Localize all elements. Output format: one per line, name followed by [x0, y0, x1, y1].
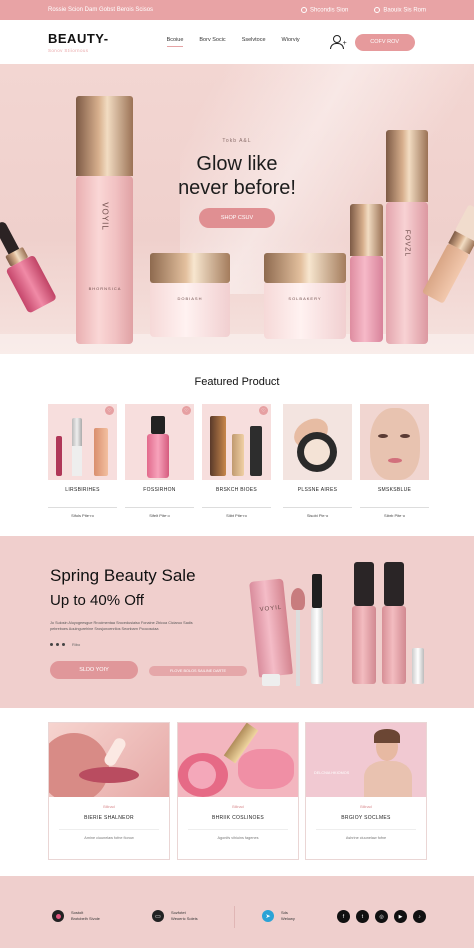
- product-card[interactable]: ♡ BRSKCH BIOES Siibt Pite·ro: [202, 404, 271, 530]
- product-image: [360, 404, 429, 480]
- product-link[interactable]: Sifols Pite·ro: [48, 507, 117, 518]
- instagram-icon: [52, 910, 64, 922]
- tiktok-icon[interactable]: ♪: [413, 910, 426, 923]
- logo[interactable]: BEAUTY-: [48, 32, 109, 45]
- article-card[interactable]: Bilinad BHRIIK COSLINOES Agonifs vihiuin…: [177, 722, 299, 860]
- footer-info-2[interactable]: ▭ Sozfotet Weoeric Soleis: [152, 910, 198, 922]
- hero-tagline: Tokb A&L: [222, 138, 252, 144]
- sale-banner: Spring Beauty Sale Up to 40% Off Jo Sulo…: [0, 536, 474, 708]
- product-link[interactable]: Sifelt Pite·o: [125, 507, 194, 518]
- product-name: FOSSIRHON: [143, 487, 176, 493]
- youtube-icon[interactable]: ▶: [394, 910, 407, 923]
- logo-tagline: Sonov Stiiornous: [48, 47, 89, 53]
- facebook-icon[interactable]: f: [337, 910, 350, 923]
- main-nav: Bcoiue Borv Socic Sselvtoce Wiorviy: [166, 37, 300, 47]
- top-announcement-bar: Rossie Scion Dam Gobst Berois Scisos Shc…: [0, 0, 474, 20]
- section-title: Featured Product: [194, 376, 280, 388]
- article-title: BRGIOY SOCLMES: [341, 815, 391, 821]
- chat-icon: ▭: [152, 910, 164, 922]
- nav-item-about[interactable]: Wiorviy: [282, 37, 300, 47]
- product-name: LIRSBIRIHES: [65, 487, 100, 493]
- article-image: [49, 723, 169, 797]
- brand[interactable]: BEAUTY- Sonov Stiiornous: [48, 32, 109, 53]
- sale-description: Jo Sulosin Aluyogeesgue Rrocimentaa Sroc…: [50, 621, 193, 631]
- wishlist-icon[interactable]: ♡: [259, 406, 268, 415]
- featured-products-section: Featured Product ♡ LIRSBIRIHES Sifols Pi…: [0, 354, 474, 536]
- footer-info-3[interactable]: ➤ Sds Welowy: [262, 910, 295, 922]
- article-image: DELCNIA HKIOMOS: [306, 723, 426, 797]
- footer-info-1[interactable]: Sostolt Brotcbelh Sivole: [52, 910, 100, 922]
- dropper-bottle-image: [0, 206, 82, 331]
- carousel-dots[interactable]: Ribo: [50, 642, 80, 647]
- article-excerpt: Amine ciuunelaw fofne fiorow: [84, 836, 134, 840]
- social-links: f t ◎ ▶ ♪: [337, 910, 426, 923]
- product-name: PLSSNE AIRES: [297, 487, 338, 493]
- product-name: SMSKSBLUE: [377, 487, 412, 493]
- article-category: Bilinad: [360, 805, 372, 809]
- footer-divider: [234, 906, 235, 928]
- article-category: Bilinad: [103, 805, 115, 809]
- product-card[interactable]: PLSSNE AIRES Sisobi Pie·o: [283, 404, 352, 530]
- product-image: ♡: [48, 404, 117, 480]
- article-title: BIERIE SHALNEOR: [84, 815, 134, 821]
- site-header: BEAUTY- Sonov Stiiornous Bcoiue Borv Soc…: [0, 20, 474, 64]
- article-card[interactable]: DELCNIA HKIOMOS Bilinad BRGIOY SOCLMES A…: [305, 722, 427, 860]
- article-title: BHRIIK COSLINOES: [211, 815, 265, 821]
- article-excerpt: Agonifs vihiuins fagenes: [217, 836, 259, 840]
- product-image: ♡: [125, 404, 194, 480]
- hero-banner: VOYIL BHORNSICA DOBIASH SOLBAKERY FOVZL …: [0, 64, 474, 354]
- nav-item-collections[interactable]: Sselvtoce: [242, 37, 266, 47]
- product-link[interactable]: Sisobi Pie·o: [283, 507, 352, 518]
- account-link[interactable]: Baouix Sis Rom: [374, 6, 426, 13]
- articles-section: Bilinad BIERIE SHALNEOR Amine ciuunelaw …: [0, 708, 474, 876]
- product-card[interactable]: ♡ FOSSIRHON Sifelt Pite·o: [125, 404, 194, 530]
- sale-shop-button[interactable]: SLDO YOIY: [50, 661, 138, 679]
- bottle-label-small: BHORNSICA: [88, 286, 122, 291]
- jar-2-label: SOLBAKERY: [288, 296, 322, 301]
- sale-secondary-button[interactable]: FLOVE BOLOS SAILINE DARTE: [149, 666, 247, 676]
- article-excerpt: Ashrine ciuunelaw fofne: [345, 836, 387, 840]
- wishlist-icon[interactable]: ♡: [105, 406, 114, 415]
- bottle-label: VOYIL: [100, 202, 110, 231]
- mini-vial-image: [412, 648, 424, 684]
- location-icon: [300, 6, 307, 13]
- wishlist-icon[interactable]: ♡: [182, 406, 191, 415]
- send-icon: ➤: [262, 910, 274, 922]
- product-link[interactable]: Sibrb Pite·o: [360, 507, 429, 518]
- site-footer: Sostolt Brotcbelh Sivole ▭ Sozfotet Weoeri…: [0, 876, 474, 948]
- instagram-icon[interactable]: ◎: [375, 910, 388, 923]
- user-icon[interactable]: [329, 35, 344, 49]
- sale-subtitle: Up to 40% Off: [50, 592, 144, 609]
- product-card[interactable]: SMSKSBLUE Sibrb Pite·o: [360, 404, 429, 530]
- announcement-text: Rossie Scion Dam Gobst Berois Scisos: [48, 7, 154, 13]
- jar-label: DOBIASH: [177, 296, 203, 301]
- nav-item-home[interactable]: Bcoiue: [166, 37, 184, 47]
- header-cta-button[interactable]: COFV ROV: [354, 33, 415, 51]
- bottle-label-right: FOVZL: [403, 229, 411, 258]
- article-card[interactable]: Bilinad BIERIE SHALNEOR Amine ciuunelaw …: [48, 722, 170, 860]
- product-image: ♡: [202, 404, 271, 480]
- article-image: [178, 723, 298, 797]
- phone-icon: [374, 6, 381, 13]
- hero-headline: Glow like never before!: [178, 153, 296, 199]
- product-image: [283, 404, 352, 480]
- product-card[interactable]: ♡ LIRSBIRIHES Sifols Pite·ro: [48, 404, 117, 530]
- sale-title: Spring Beauty Sale: [50, 566, 196, 585]
- product-link[interactable]: Siibt Pite·ro: [202, 507, 271, 518]
- article-category: Bilinad: [232, 805, 244, 809]
- hero-shop-button[interactable]: SHOP CSUV: [199, 208, 275, 228]
- product-name: BRSKCH BIOES: [215, 487, 258, 493]
- article-overlay-text: DELCNIA HKIOMOS: [314, 771, 350, 775]
- twitter-icon[interactable]: t: [356, 910, 369, 923]
- nav-item-shop[interactable]: Borv Socic: [199, 37, 225, 47]
- store-link[interactable]: Shcondis Sion: [300, 6, 348, 13]
